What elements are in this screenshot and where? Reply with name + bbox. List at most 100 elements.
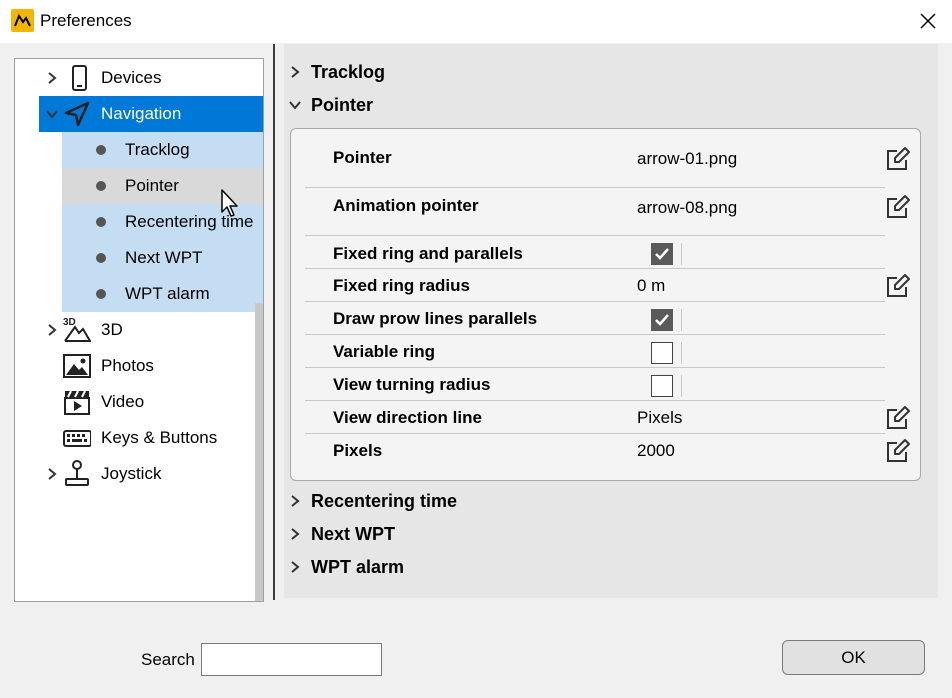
section-title: Recentering time bbox=[311, 491, 458, 511]
tree-item-photos[interactable]: Photos bbox=[15, 348, 255, 384]
chevron-right-icon bbox=[48, 468, 57, 480]
variable-ring-checkbox[interactable] bbox=[651, 342, 673, 364]
keyboard-icon bbox=[63, 430, 91, 447]
property-label: Pixels bbox=[333, 441, 383, 460]
bullet-icon bbox=[96, 217, 106, 227]
tree-item-label: Keys & Buttons bbox=[101, 428, 218, 447]
section-recentering-time[interactable]: Recentering time bbox=[284, 486, 584, 516]
bullet-icon bbox=[96, 253, 106, 263]
tree-item-navigation[interactable]: Navigation bbox=[15, 96, 263, 132]
property-row: Fixed ring and parallels bbox=[291, 236, 922, 269]
cell-separator bbox=[681, 243, 682, 265]
property-row: Fixed ring radius 0 m bbox=[291, 269, 922, 302]
settings-content: Tracklog Pointer Pointer arrow-01.png An… bbox=[284, 44, 938, 598]
edit-icon[interactable] bbox=[885, 146, 911, 172]
photo-icon bbox=[63, 354, 91, 378]
tree-item-video[interactable]: Video bbox=[15, 384, 255, 420]
prow-lines-checkbox[interactable] bbox=[651, 309, 673, 331]
checkmark-icon bbox=[655, 314, 669, 326]
tree-item-label: Photos bbox=[101, 356, 154, 375]
pointer-properties: Pointer arrow-01.png Animation pointer a… bbox=[290, 128, 921, 481]
chevron-right-icon bbox=[291, 66, 300, 78]
property-label: Draw prow lines parallels bbox=[333, 309, 538, 328]
mouse-cursor-icon bbox=[221, 189, 238, 217]
property-row: View direction line Pixels bbox=[291, 401, 922, 434]
cell-separator bbox=[681, 375, 682, 397]
property-label: Animation pointer bbox=[333, 196, 479, 215]
joystick-icon bbox=[65, 460, 89, 486]
tree-item-label: Video bbox=[101, 392, 145, 411]
chevron-right-icon bbox=[291, 495, 300, 507]
tree-item-devices[interactable]: Devices bbox=[15, 60, 263, 96]
chevron-right-icon bbox=[291, 561, 300, 573]
tree-item-label: Devices bbox=[101, 68, 162, 87]
tree-item-joystick[interactable]: Joystick bbox=[15, 456, 255, 492]
property-value: arrow-08.png bbox=[637, 198, 738, 217]
search-input[interactable] bbox=[201, 643, 382, 676]
navigation-arrow-icon bbox=[64, 101, 90, 127]
tree-scrollbar[interactable] bbox=[255, 303, 263, 601]
tree-item-label: Navigation bbox=[101, 104, 182, 123]
section-title: Tracklog bbox=[311, 62, 386, 82]
tree-item-label: WPT alarm bbox=[125, 284, 210, 303]
edit-icon[interactable] bbox=[885, 194, 911, 220]
property-row: Animation pointer arrow-08.png bbox=[291, 188, 922, 236]
property-row: Pixels 2000 bbox=[291, 434, 922, 467]
section-next-wpt[interactable]: Next WPT bbox=[284, 519, 584, 549]
window-title: Preferences bbox=[40, 11, 132, 30]
tree-item-next-wpt[interactable]: Next WPT bbox=[62, 240, 263, 276]
bullet-icon bbox=[96, 145, 106, 155]
property-value: Pixels bbox=[637, 408, 683, 427]
property-label: Fixed ring and parallels bbox=[333, 244, 523, 263]
section-title: Pointer bbox=[311, 95, 374, 115]
section-wpt-alarm[interactable]: WPT alarm bbox=[284, 552, 584, 582]
tree-item-wpt-alarm[interactable]: WPT alarm bbox=[62, 276, 263, 312]
tree-item-keys-buttons[interactable]: Keys & Buttons bbox=[15, 420, 255, 456]
pane-divider[interactable] bbox=[273, 44, 275, 600]
title-bar: Preferences bbox=[0, 0, 952, 43]
property-row: Draw prow lines parallels bbox=[291, 302, 922, 335]
property-row: View turning radius bbox=[291, 368, 922, 401]
property-label: Pointer bbox=[333, 148, 392, 167]
property-value: 2000 bbox=[637, 441, 675, 460]
tree-item-label: 3D bbox=[101, 320, 123, 339]
edit-icon[interactable] bbox=[885, 438, 911, 464]
chevron-right-icon bbox=[291, 528, 300, 540]
checkmark-icon bbox=[655, 248, 669, 260]
section-title: WPT alarm bbox=[311, 557, 405, 577]
chevron-right-icon bbox=[48, 72, 57, 84]
cell-separator bbox=[681, 342, 682, 364]
chevron-down-icon bbox=[289, 101, 301, 110]
fixed-ring-checkbox[interactable] bbox=[651, 243, 673, 265]
property-label: Fixed ring radius bbox=[333, 276, 470, 295]
settings-tree: Devices Navigation Tracklog Pointer Rece… bbox=[14, 58, 264, 602]
tree-item-3d[interactable]: 3D 3D bbox=[15, 312, 255, 348]
tree-item-label: Joystick bbox=[101, 464, 162, 483]
app-logo-icon bbox=[11, 9, 34, 32]
bullet-icon bbox=[96, 289, 106, 299]
section-tracklog[interactable]: Tracklog bbox=[284, 57, 584, 87]
property-row: Pointer arrow-01.png bbox=[291, 129, 922, 188]
cell-separator bbox=[681, 309, 682, 331]
chevron-right-icon bbox=[48, 324, 57, 336]
close-button[interactable] bbox=[912, 7, 944, 35]
property-row: Variable ring bbox=[291, 335, 922, 368]
tree-item-label: Pointer bbox=[125, 176, 179, 195]
search-label: Search bbox=[141, 650, 195, 669]
property-value: 0 m bbox=[637, 276, 666, 295]
bullet-icon bbox=[96, 181, 106, 191]
property-label: View direction line bbox=[333, 408, 482, 427]
3d-mountain-icon: 3D bbox=[63, 317, 91, 342]
tree-item-tracklog[interactable]: Tracklog bbox=[62, 132, 263, 168]
property-label: View turning radius bbox=[333, 375, 491, 394]
edit-icon[interactable] bbox=[885, 273, 911, 299]
turning-radius-checkbox[interactable] bbox=[651, 375, 673, 397]
close-icon bbox=[920, 13, 936, 29]
chevron-down-icon bbox=[46, 110, 58, 119]
tree-item-label: Next WPT bbox=[125, 248, 203, 267]
ok-button[interactable]: OK bbox=[782, 640, 925, 675]
property-label: Variable ring bbox=[333, 342, 436, 361]
phone-icon bbox=[72, 65, 87, 91]
edit-icon[interactable] bbox=[885, 405, 911, 431]
section-pointer[interactable]: Pointer bbox=[284, 90, 584, 120]
